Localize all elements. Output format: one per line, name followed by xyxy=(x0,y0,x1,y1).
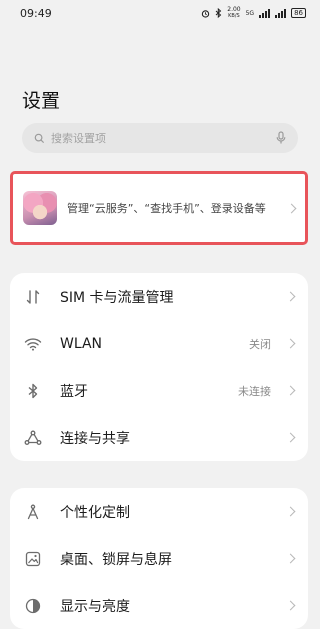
account-card[interactable]: 管理“云服务”、“查找手机”、登录设备等 xyxy=(10,171,308,245)
account-description: 管理“云服务”、“查找手机”、登录设备等 xyxy=(67,201,266,215)
network-speed-unit: KB/S xyxy=(228,13,240,19)
settings-item-sim-data[interactable]: SIM 卡与流量管理 xyxy=(10,273,308,320)
brightness-icon xyxy=(22,595,44,617)
settings-item-connection-sharing[interactable]: 连接与共享 xyxy=(10,414,308,461)
settings-item-label: 桌面、锁屏与息屏 xyxy=(60,551,172,568)
bluetooth-status-icon xyxy=(215,8,222,18)
chevron-right-icon xyxy=(285,385,296,396)
chevron-right-icon xyxy=(285,506,296,517)
signal-5g-icon: 5G xyxy=(245,9,255,17)
microphone-icon[interactable] xyxy=(276,131,286,145)
chevron-right-icon xyxy=(285,553,296,564)
bluetooth-icon xyxy=(22,380,44,402)
chevron-right-icon xyxy=(285,291,296,302)
page-title: 设置 xyxy=(22,90,61,112)
settings-group-display: 个性化定制 桌面、锁屏与息屏 显示与亮度 xyxy=(10,488,308,629)
settings-item-label: 蓝牙 xyxy=(60,383,88,400)
settings-item-bluetooth[interactable]: 蓝牙 未连接 xyxy=(10,367,308,414)
settings-item-personalization[interactable]: 个性化定制 xyxy=(10,488,308,535)
signal-icon-sim1 xyxy=(259,8,271,18)
settings-item-label: WLAN xyxy=(60,335,103,352)
settings-item-value: 未连接 xyxy=(238,384,271,398)
search-bar[interactable] xyxy=(22,123,298,153)
sim-data-icon xyxy=(22,286,44,308)
status-bar: 09:49 2.00 KB/S 5G 86 xyxy=(0,0,320,26)
wallpaper-icon xyxy=(22,548,44,570)
settings-group-connectivity: SIM 卡与流量管理 WLAN 关闭 蓝牙 未连接 连接与共享 xyxy=(10,273,308,461)
settings-item-wlan[interactable]: WLAN 关闭 xyxy=(10,320,308,367)
chevron-right-icon xyxy=(286,203,297,213)
search-icon xyxy=(34,133,45,143)
settings-item-label: 连接与共享 xyxy=(60,430,130,447)
avatar xyxy=(23,191,57,225)
settings-item-value: 关闭 xyxy=(249,337,271,351)
connection-sharing-icon xyxy=(22,427,44,449)
battery-icon: 86 xyxy=(291,8,306,18)
settings-item-label: SIM 卡与流量管理 xyxy=(60,289,174,306)
search-input[interactable] xyxy=(51,131,276,145)
chevron-right-icon xyxy=(285,338,296,349)
settings-item-wallpaper[interactable]: 桌面、锁屏与息屏 xyxy=(10,535,308,582)
signal-icon-sim2 xyxy=(275,8,287,18)
status-icons: 2.00 KB/S 5G 86 xyxy=(201,7,306,19)
settings-item-brightness[interactable]: 显示与亮度 xyxy=(10,582,308,629)
personalization-icon xyxy=(22,501,44,523)
settings-item-label: 个性化定制 xyxy=(60,504,130,521)
chevron-right-icon xyxy=(285,600,296,611)
chevron-right-icon xyxy=(285,432,296,443)
status-time: 09:49 xyxy=(20,6,52,20)
network-speed: 2.00 KB/S xyxy=(227,7,240,20)
wifi-icon xyxy=(22,333,44,355)
alarm-icon xyxy=(202,9,210,18)
